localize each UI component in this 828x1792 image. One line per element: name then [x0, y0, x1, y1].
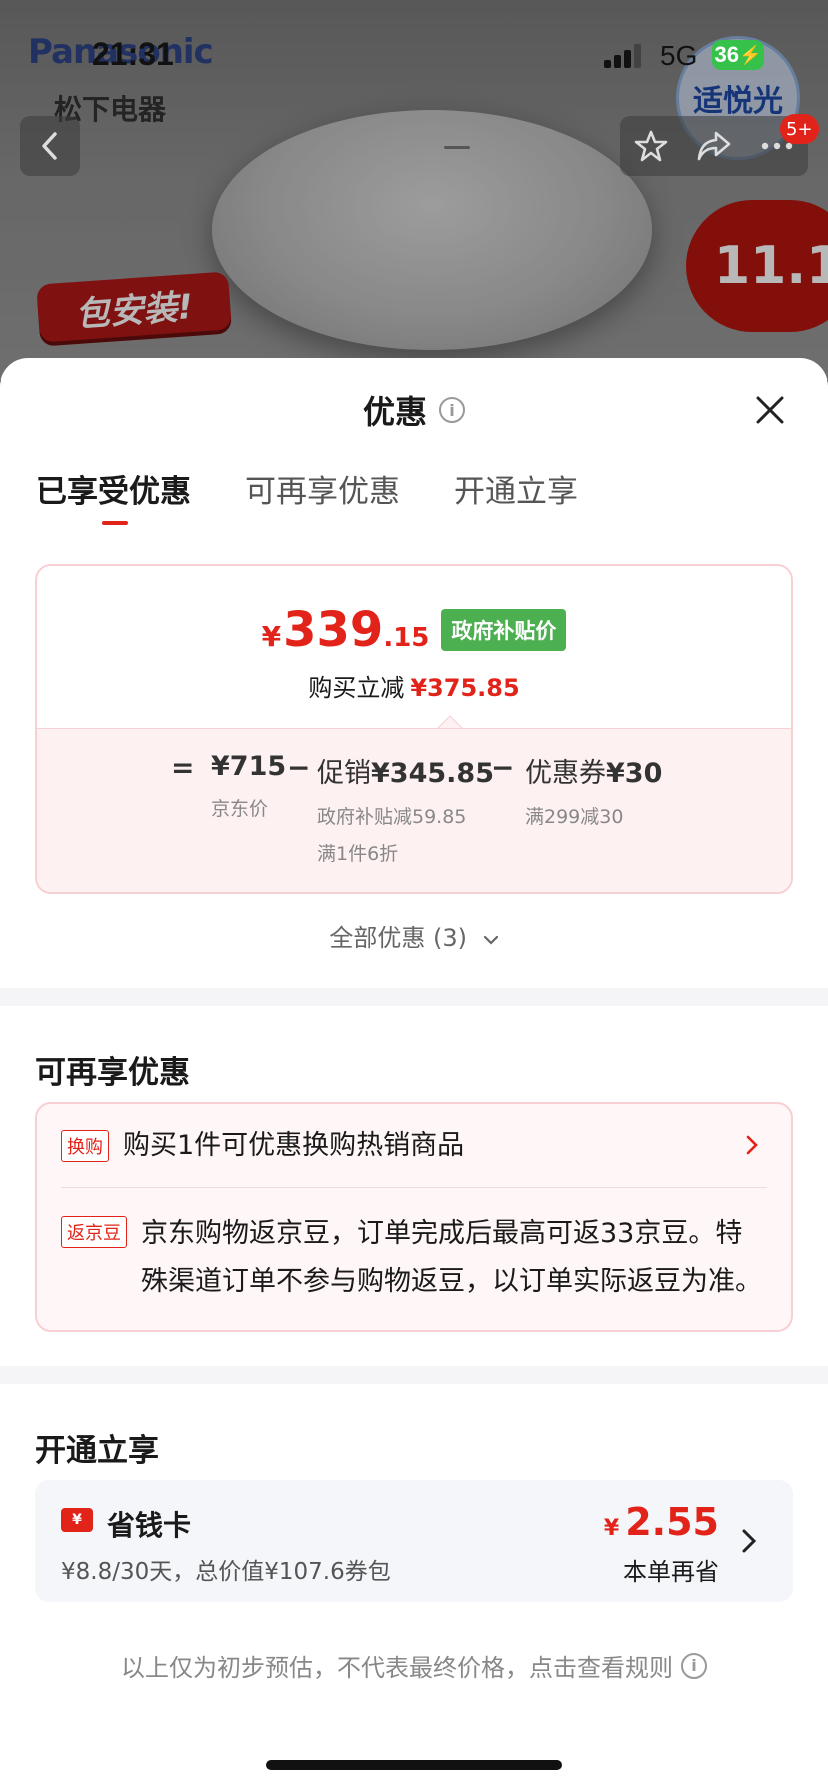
chevron-right-icon: [746, 1135, 758, 1155]
gov-subsidy-tag: 政府补贴价: [441, 609, 567, 651]
jd-price: ¥715: [211, 751, 287, 782]
more-promos-card: 换购 购买1件可优惠换购热销商品 返京豆 京东购物返京豆，订单完成后最高可返33…: [35, 1102, 793, 1332]
equals-sign: =: [171, 751, 195, 784]
all-promos-label: 全部优惠 (3): [329, 924, 467, 952]
exchange-text: 购买1件可优惠换购热销商品: [123, 1129, 465, 1161]
price-disclaimer[interactable]: 以上仅为初步预估，不代表最终价格，点击查看规则 i: [0, 1648, 828, 1683]
save-amount: ¥ 2.55: [604, 1500, 719, 1544]
star-icon[interactable]: [634, 129, 668, 163]
minus-sign: −: [287, 751, 311, 784]
battery-icon: 36 ⚡: [712, 40, 764, 70]
list-item-exchange[interactable]: 换购 购买1件可优惠换购热销商品: [61, 1104, 767, 1188]
final-price-area: ¥ 339 .15 政府补贴价 购买立减 ¥375.85: [37, 566, 791, 729]
close-icon[interactable]: [748, 388, 792, 432]
tab-enjoyed[interactable]: 已享受优惠: [36, 466, 191, 525]
jingdou-text: 京东购物返京豆，订单完成后最高可返33京豆。特殊渠道订单不参与购物返豆，以订单实…: [141, 1218, 762, 1297]
tab-open-to-enjoy[interactable]: 开通立享: [454, 466, 578, 525]
price-formula: = ¥715 京东价 − 促销¥345.85 政府补贴减59.85 满1件6折 …: [37, 728, 791, 892]
tab-bar: 已享受优惠 可再享优惠 开通立享: [0, 462, 828, 542]
list-item-jingdou: 返京豆 京东购物返京豆，订单完成后最高可返33京豆。特殊渠道订单不参与购物返豆，…: [61, 1188, 767, 1330]
card-name: 省钱卡: [107, 1509, 192, 1542]
coupon-label: 优惠券: [525, 758, 606, 789]
chevron-right-icon: [742, 1529, 757, 1553]
reduction-amount: ¥375.85: [410, 674, 520, 702]
save-value: 2.55: [625, 1500, 719, 1544]
home-indicator[interactable]: [266, 1760, 562, 1770]
disclaimer-text: 以上仅为初步预估，不代表最终价格，点击查看规则: [121, 1654, 673, 1682]
purchase-reduction: 购买立减 ¥375.85: [308, 668, 519, 703]
price-breakdown-card: ¥ 339 .15 政府补贴价 购买立减 ¥375.85 = ¥715 京东价 −…: [35, 564, 793, 894]
ticket-icon: ¥: [61, 1508, 93, 1532]
network-label: 5G: [660, 40, 698, 71]
jingdou-tag: 返京豆: [61, 1216, 127, 1248]
coupon-amount: ¥30: [606, 758, 663, 789]
coupon-sub: 满299减30: [525, 806, 624, 828]
promo-sub-discount: 满1件6折: [317, 843, 399, 865]
open-section-title: 开通立享: [35, 1432, 159, 1469]
final-price: ¥ 339 .15 政府补贴价: [262, 602, 567, 658]
promo-amount: ¥345.85: [371, 758, 494, 789]
save-currency: ¥: [603, 1516, 620, 1541]
card-desc: ¥8.8/30天，总价值¥107.6券包: [61, 1559, 391, 1585]
share-icon[interactable]: [696, 129, 732, 163]
tab-more-available[interactable]: 可再享优惠: [245, 466, 400, 525]
jd-price-label: 京东价: [211, 798, 269, 820]
price-decimal: .15: [383, 623, 430, 653]
promo-label: 促销: [317, 758, 371, 789]
notification-badge: 5+: [780, 114, 819, 144]
money-saver-card[interactable]: ¥ 省钱卡 ¥8.8/30天，总价值¥107.6券包 ¥ 2.55 本单再省: [35, 1480, 793, 1602]
minus-sign: −: [491, 751, 515, 784]
chevron-left-icon: [42, 132, 57, 160]
jd-price-col: ¥715 京东价: [211, 751, 286, 821]
currency-symbol: ¥: [261, 620, 282, 653]
promo-sub-subsidy: 政府补贴减59.85: [317, 806, 467, 828]
all-promos-toggle[interactable]: 全部优惠 (3): [0, 918, 828, 958]
status-time: 21:31: [92, 36, 174, 72]
card-notch: [437, 715, 463, 729]
section-divider: [0, 988, 828, 1006]
sheet-title: 优惠: [362, 393, 427, 431]
chevron-down-icon: [483, 935, 498, 945]
more-section-title: 可再享优惠: [35, 1054, 190, 1091]
battery-level: 36: [714, 42, 740, 67]
exchange-tag: 换购: [61, 1129, 109, 1162]
coupon-col: 优惠券¥30 满299减30: [525, 751, 662, 829]
price-integer: 339: [283, 602, 384, 658]
save-label: 本单再省: [623, 1558, 719, 1586]
info-icon[interactable]: i: [439, 397, 465, 423]
section-divider: [0, 1366, 828, 1384]
sheet-header: 优惠 i: [0, 358, 828, 462]
promo-col: 促销¥345.85 政府补贴减59.85 满1件6折: [317, 751, 494, 866]
info-icon: i: [681, 1652, 707, 1679]
signal-icon: [604, 44, 644, 68]
back-button[interactable]: [20, 116, 80, 176]
reduction-label: 购买立减: [308, 674, 405, 702]
promotion-sheet: 优惠 i 已享受优惠 可再享优惠 开通立享 ¥ 339 .15 政府补贴价 购买…: [0, 358, 828, 1792]
